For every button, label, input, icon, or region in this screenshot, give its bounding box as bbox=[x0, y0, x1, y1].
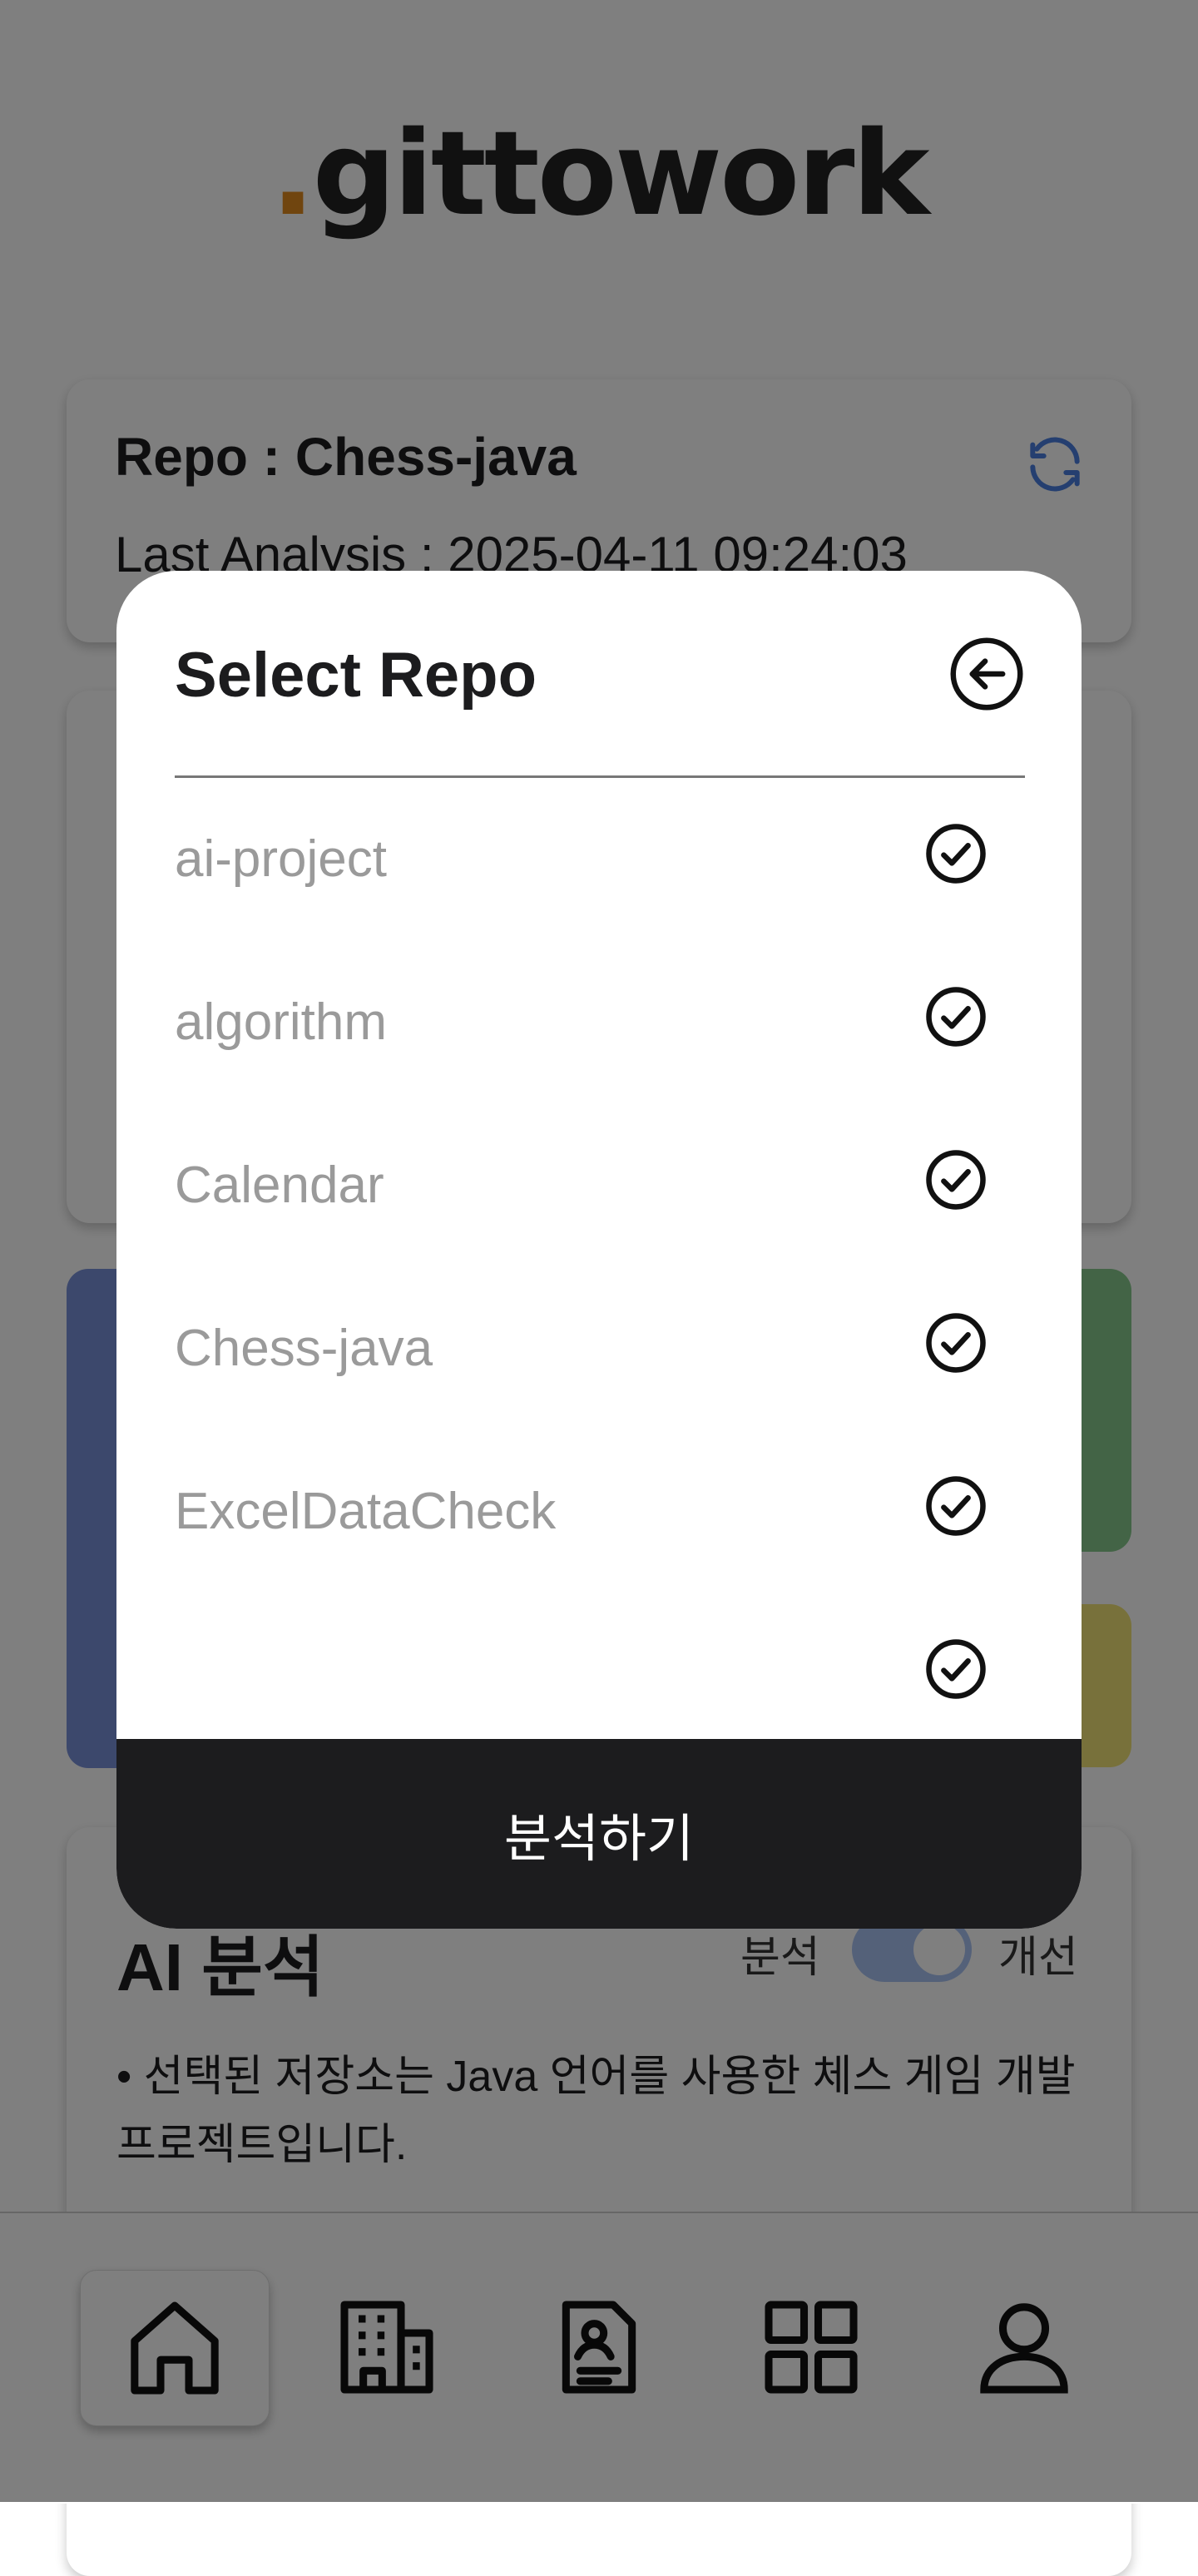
check-circle-icon[interactable] bbox=[923, 1474, 988, 1538]
repo-item[interactable]: Calendar bbox=[175, 1104, 1025, 1267]
repo-item-label: algorithm bbox=[175, 993, 387, 1051]
repo-item-label: Chess-java bbox=[175, 1320, 433, 1377]
repo-item[interactable]: ExcelDataCheck bbox=[175, 1430, 1025, 1593]
repo-item[interactable] bbox=[175, 1593, 1025, 1702]
repo-item[interactable]: algorithm bbox=[175, 941, 1025, 1104]
check-circle-icon[interactable] bbox=[923, 821, 988, 886]
repo-item-label: ai-project bbox=[175, 830, 387, 888]
check-circle-icon[interactable] bbox=[923, 1147, 988, 1212]
repo-item-label: ExcelDataCheck bbox=[175, 1483, 557, 1540]
repo-item[interactable]: Chess-java bbox=[175, 1267, 1025, 1430]
modal-title: Select Repo bbox=[175, 640, 537, 711]
check-circle-icon[interactable] bbox=[923, 1310, 988, 1375]
repo-list[interactable]: ai-project algorithm Calendar Chess-java… bbox=[116, 778, 1082, 1702]
repo-item[interactable]: ai-project bbox=[175, 778, 1025, 941]
select-repo-modal: Select Repo ai-project algorithm Calenda… bbox=[116, 571, 1082, 1929]
check-circle-icon[interactable] bbox=[923, 984, 988, 1049]
arrow-left-circle-icon bbox=[950, 637, 1023, 711]
analyze-button[interactable]: 분석하기 bbox=[116, 1739, 1082, 1929]
back-button[interactable] bbox=[948, 636, 1025, 712]
check-circle-icon[interactable] bbox=[923, 1637, 988, 1702]
repo-item-label: Calendar bbox=[175, 1157, 384, 1214]
